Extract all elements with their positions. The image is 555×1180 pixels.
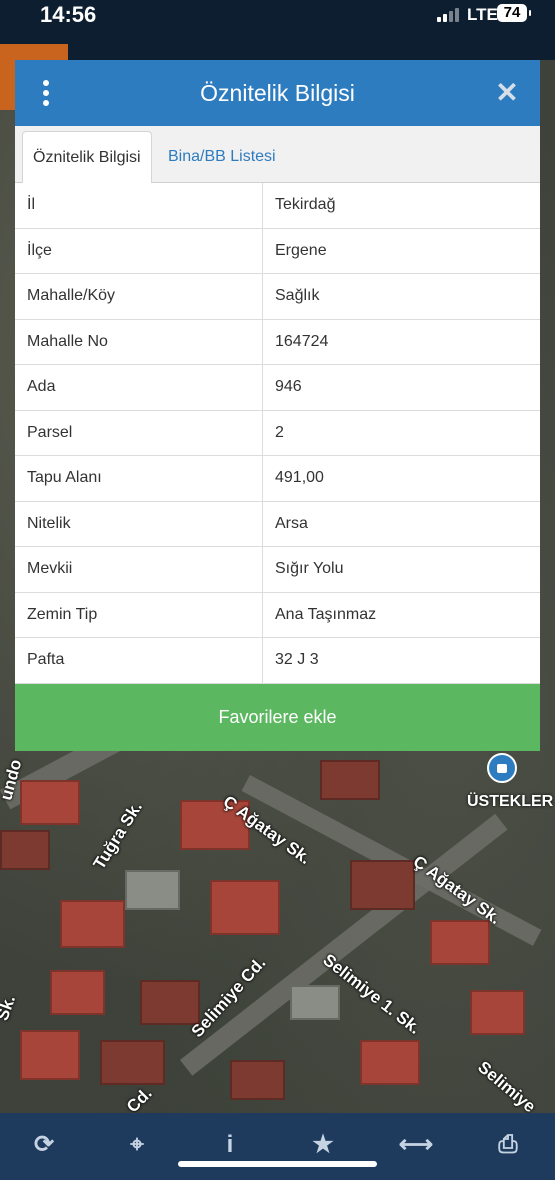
tab-bar: Öznitelik Bilgisi Bina/BB Listesi xyxy=(15,126,540,184)
table-row: Tapu Alanı 491,00 xyxy=(15,455,540,502)
building xyxy=(140,980,200,1025)
building xyxy=(20,780,80,825)
attribute-value: Tekirdağ xyxy=(262,183,540,229)
building xyxy=(230,1060,285,1100)
building xyxy=(50,970,105,1015)
attribute-key: Mahalle No xyxy=(15,319,263,365)
bottom-toolbar: ⟳ ⌖ i ★ ⟷ ⎙ xyxy=(0,1113,555,1180)
table-row: İl Tekirdağ xyxy=(15,183,540,229)
attribute-key: Pafta xyxy=(15,637,263,684)
locate-icon[interactable]: ⌖ xyxy=(119,1127,155,1163)
table-row: Mahalle No 164724 xyxy=(15,319,540,365)
favorites-icon[interactable]: ★ xyxy=(305,1127,341,1163)
info-icon[interactable]: i xyxy=(212,1127,248,1163)
attribute-value: Ergene xyxy=(262,228,540,274)
building xyxy=(0,830,50,870)
add-favorite-button[interactable]: Favorilere ekle xyxy=(15,684,540,751)
building xyxy=(350,860,415,910)
attribute-value: 164724 xyxy=(262,319,540,365)
tab-building-list[interactable]: Bina/BB Listesi xyxy=(158,131,286,182)
attribute-value: 32 J 3 xyxy=(262,637,540,684)
building xyxy=(100,1040,165,1085)
status-bar: 14:56 LTE 74 xyxy=(0,0,555,44)
attribute-key: Ada xyxy=(15,364,263,411)
attribute-value: 946 xyxy=(262,364,540,411)
more-vert-icon[interactable] xyxy=(41,80,51,106)
attribute-value: Sağlık xyxy=(262,273,540,320)
building xyxy=(470,990,525,1035)
table-row: Mevkii Sığır Yolu xyxy=(15,546,540,593)
signal-icon xyxy=(437,8,463,22)
home-indicator xyxy=(178,1161,377,1167)
attribute-key: İlçe xyxy=(15,228,263,274)
attribute-key: Parsel xyxy=(15,410,263,456)
attribute-value: Arsa xyxy=(262,501,540,547)
attribute-key: İl xyxy=(15,183,263,229)
table-row: Pafta 32 J 3 xyxy=(15,637,540,684)
dialog-header: Öznitelik Bilgisi ✕ xyxy=(15,60,540,126)
attribute-table: İl Tekirdağ İlçe Ergene Mahalle/Köy Sağlık Mah… xyxy=(15,183,540,684)
measure-icon[interactable]: ⟷ xyxy=(398,1127,434,1163)
attribute-value: 2 xyxy=(262,410,540,456)
street-label: Selimiye xyxy=(474,1057,540,1117)
table-row: Mahalle/Köy Sağlık xyxy=(15,273,540,320)
attribute-key: Mevkii xyxy=(15,546,263,593)
attribute-value: 491,00 xyxy=(262,455,540,502)
building xyxy=(320,760,380,800)
battery-icon: 74 xyxy=(497,4,531,22)
building xyxy=(360,1040,420,1085)
attribute-value: Ana Taşınmaz xyxy=(262,592,540,638)
building xyxy=(20,1030,80,1080)
status-time: 14:56 xyxy=(40,2,97,27)
attribute-key: Mahalle/Köy xyxy=(15,273,263,320)
building xyxy=(430,920,490,965)
street-label: Sk. xyxy=(0,992,20,1024)
attribute-key: Zemin Tip xyxy=(15,592,263,638)
building xyxy=(125,870,180,910)
location-marker-icon[interactable] xyxy=(487,753,517,783)
table-row: Zemin Tip Ana Taşınmaz xyxy=(15,592,540,638)
table-row: Nitelik Arsa xyxy=(15,501,540,547)
table-row: İlçe Ergene xyxy=(15,228,540,274)
building xyxy=(290,985,340,1020)
street-label: Tuğra Sk. xyxy=(89,798,147,873)
attribute-key: Nitelik xyxy=(15,501,263,547)
marker-label: ÜSTEKLER xyxy=(467,793,554,810)
attribute-value: Sığır Yolu xyxy=(262,546,540,593)
app-header-strip xyxy=(68,44,555,60)
network-label: LTE xyxy=(467,5,498,24)
table-row: Parsel 2 xyxy=(15,410,540,456)
building xyxy=(60,900,125,948)
refresh-icon[interactable]: ⟳ xyxy=(26,1127,62,1163)
print-icon[interactable]: ⎙ xyxy=(490,1127,526,1163)
close-icon[interactable]: ✕ xyxy=(492,78,522,108)
attribute-dialog: Öznitelik Bilgisi ✕ Öznitelik Bilgisi Bi… xyxy=(15,60,540,751)
table-row: Ada 946 xyxy=(15,364,540,411)
tab-attributes[interactable]: Öznitelik Bilgisi xyxy=(22,131,152,184)
attribute-key: Tapu Alanı xyxy=(15,455,263,502)
building xyxy=(210,880,280,935)
dialog-title: Öznitelik Bilgisi xyxy=(200,80,355,106)
